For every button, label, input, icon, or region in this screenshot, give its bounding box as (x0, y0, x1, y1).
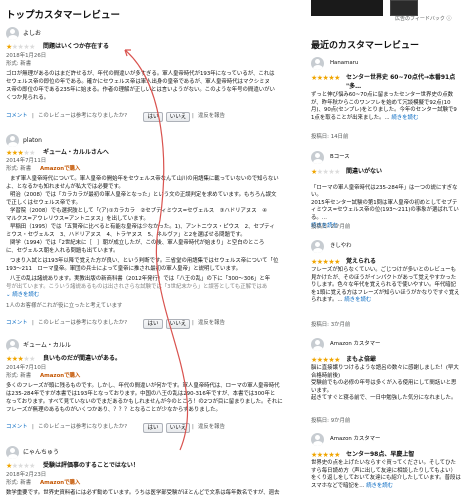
sidebar-review-text-body: フレーズが知らなくていい。ごじつけが多いとのレビューも見かけたが、そのほうがイン… (311, 267, 460, 304)
star-rating[interactable]: ★★★★★ (311, 168, 340, 176)
sidebar-review-title[interactable]: センター98点、早慶上智 (346, 451, 414, 460)
sidebar-review-text: フレーズが知らなくていい。ごじつけが多いとのレビューも見かけたが、そのほうがイン… (311, 267, 461, 305)
avatar[interactable] (311, 151, 324, 164)
star-rating[interactable]: ★★★★★ (311, 258, 340, 266)
sidebar-reviewer-name[interactable]: きしやわ (330, 243, 352, 251)
sidebar-reviewer-name[interactable]: Amazon カスタマー (330, 341, 380, 349)
sidebar-reviewer-name[interactable]: Hanamaru (330, 60, 358, 68)
avatar[interactable] (311, 240, 324, 253)
star-rating[interactable]: ★★★★★ (311, 451, 340, 459)
read-more-link[interactable]: 続きを読む (391, 115, 418, 121)
post-time: 投稿日: 9か月前 (311, 418, 351, 424)
avatar[interactable] (311, 433, 324, 446)
ad-button[interactable] (390, 0, 418, 16)
sidebar-review-text: ずっと伸び悩み60~70点に留まったセンター世界史の点数が、昨年秋からこのワンフ… (311, 92, 461, 122)
sidebar-review-title[interactable]: 間違いがない (346, 168, 382, 177)
star-rating[interactable]: ★★★★★ (311, 74, 340, 82)
ad-image[interactable] (311, 0, 383, 16)
sidebar-review-text-body: 「ローマの軍人皇帝時代は235-284年」は一つの説にすぎない。 2015年セン… (311, 184, 459, 221)
star-rating[interactable]: ★★★★★ (311, 356, 340, 364)
post-time: 投稿日: 14日前 (311, 134, 349, 140)
post-time: 投稿日: 3か月前 (311, 322, 351, 328)
ad-feedback-label: 広告のフィードバック (395, 16, 445, 22)
sidebar-review-title[interactable]: まもよ倍爺 (346, 356, 376, 365)
read-more-link[interactable]: 続きを読む (344, 297, 371, 303)
sidebar-reviewer-name[interactable]: Bコース (330, 154, 350, 162)
sidebar-review-text: 「ローマの軍人皇帝時代は235-284年」は一つの説にすぎない。 2015年セン… (311, 177, 461, 230)
avatar[interactable] (311, 57, 324, 70)
sidebar-review-text: 世界史の点を上げたいならすぐ買ってください。そしてひたすら毎日読め方（声に出して… (311, 460, 461, 490)
info-icon: ⓘ (446, 16, 452, 22)
post-time: 投稿日: 2か月前 (311, 224, 351, 230)
sidebar-reviewer-name[interactable]: Amazon カスタマー (330, 436, 380, 444)
read-more-link[interactable]: 続きを読む (366, 483, 393, 489)
annotation-arrow (124, 49, 189, 451)
sidebar-title: 最近のカスタマーレビュー (311, 41, 420, 51)
sidebar-review-text: 脳に直接譲りつけるような語呂の数々に感謝しました！(早大合格時前後) 受験前でも… (311, 365, 459, 402)
sidebar-review-title[interactable]: センター世界史 60~70点代→本番91点 "多… (346, 74, 462, 91)
sidebar-review-text-body: ずっと伸び悩み60~70点に留まったセンター世界史の点数が、昨年秋からこのワンフ… (311, 92, 457, 121)
ad-feedback-link[interactable]: 広告のフィードバック ⓘ (395, 16, 452, 24)
avatar[interactable] (311, 338, 324, 351)
sidebar-review-title[interactable]: 覚えられる (346, 258, 376, 267)
